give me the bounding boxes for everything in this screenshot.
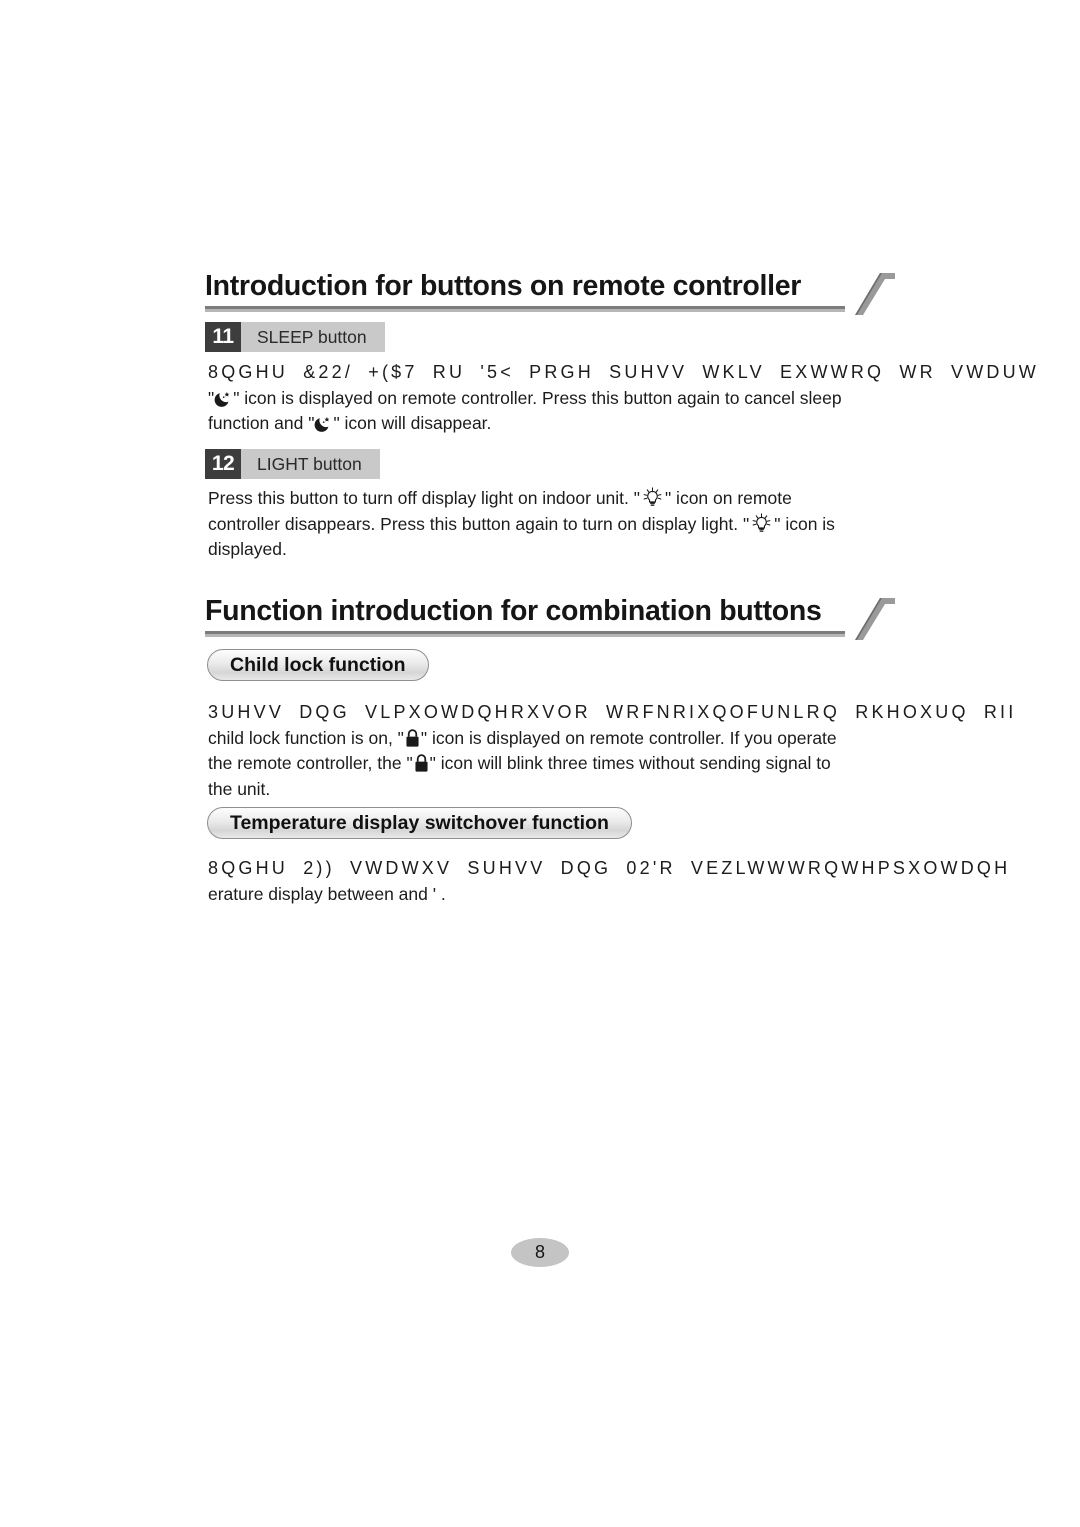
- sleep-line-1-text: " icon is displayed on remote controller…: [233, 387, 842, 408]
- light-line-4-text: " icon is: [774, 513, 835, 534]
- light-body-line-3: displayed.: [208, 539, 287, 559]
- temperature-garbled-line: 8QGHU 2)) VWDWXV SUHVV DQG 02'R VEZLWWWR…: [208, 858, 1011, 878]
- manual-page: Introduction for buttons on remote contr…: [0, 0, 1080, 1527]
- heading-rule-wrapper: [205, 597, 905, 645]
- page-number-text: 8: [534, 1242, 545, 1262]
- child-lock-line-2-text: " icon is displayed on remote controller…: [420, 727, 837, 748]
- item-11-label: SLEEP button: [241, 322, 385, 352]
- heading-swoosh-icon: [833, 596, 897, 640]
- section-heading-combination-text: Function introduction for combination bu…: [205, 595, 822, 627]
- item-11-sleep-button: 11 SLEEP button: [205, 322, 385, 352]
- light-body-line-1: Press this button to turn off display li…: [208, 486, 908, 512]
- sleep-garbled-line: 8QGHU &22/ +($7 RU '5< PRGH SUHVV WKLV E…: [208, 362, 1039, 382]
- child-lock-line-4-text: " icon will blink three times without se…: [429, 753, 831, 773]
- light-button-body: Press this button to turn off display li…: [208, 486, 908, 563]
- child-lock-line-3-text: the remote controller, the ": [208, 753, 413, 773]
- heading-underline-bar: [205, 305, 845, 312]
- light-line-1-text: Press this button to turn off display li…: [208, 488, 640, 508]
- moon-icon: [314, 414, 333, 433]
- sleep-body-line-1: " " icon is displayed on remote controll…: [208, 387, 842, 408]
- heading-underline-bar: [205, 630, 845, 637]
- item-11-number: 11: [205, 322, 241, 352]
- child-lock-line-1-text: child lock function is on, ": [208, 727, 404, 748]
- section-heading-buttons: Introduction for buttons on remote contr…: [205, 270, 905, 320]
- heading-rule-wrapper: [205, 272, 905, 320]
- pill-temperature-switchover-label: Temperature display switchover function: [230, 811, 609, 834]
- light-bulb-icon: [749, 512, 774, 534]
- temperature-switchover-body: 8QGHU 2)) VWDWXV SUHVV DQG 02'R VEZLWWWR…: [208, 856, 1080, 907]
- light-line-2-text: " icon on remote: [664, 488, 792, 508]
- moon-icon: [214, 389, 233, 408]
- child-lock-body-line-2: the remote controller, the " " icon will…: [208, 751, 1080, 777]
- section-heading-combination: Function introduction for combination bu…: [205, 595, 905, 645]
- item-12-number: 12: [205, 449, 241, 479]
- pill-child-lock-function: Child lock function: [207, 649, 429, 681]
- sleep-line-tail-text: " icon will disappear.: [333, 413, 492, 433]
- light-line-3-text: controller disappears. Press this button…: [208, 513, 750, 534]
- heading-swoosh-icon: [833, 271, 897, 315]
- padlock-icon: [413, 753, 430, 773]
- item-12-light-button: 12 LIGHT button: [205, 449, 380, 479]
- light-body-line-2: controller disappears. Press this button…: [208, 512, 908, 538]
- page-number: 8: [511, 1238, 569, 1267]
- temperature-body-line-1: erature display between and ' .: [208, 883, 446, 904]
- sleep-body-line-2: function and " " icon will disappear.: [208, 411, 1080, 437]
- child-lock-body-line-1: child lock function is on, " " icon is d…: [208, 726, 1080, 752]
- child-lock-body: 3UHVV DQG VLPXOWDQHRXVOR WRFNRIXQOFUNLRQ…: [208, 700, 1080, 802]
- child-lock-garbled-line: 3UHVV DQG VLPXOWDQHRXVOR WRFNRIXQOFUNLRQ…: [208, 702, 1017, 722]
- section-heading-buttons-text: Introduction for buttons on remote contr…: [205, 270, 802, 302]
- item-12-label: LIGHT button: [241, 449, 380, 479]
- pill-temperature-switchover-function: Temperature display switchover function: [207, 807, 632, 839]
- light-bulb-icon: [640, 487, 665, 508]
- sleep-button-body: 8QGHU &22/ +($7 RU '5< PRGH SUHVV WKLV E…: [208, 360, 1080, 437]
- sleep-line-2-text: function and ": [208, 413, 315, 433]
- padlock-icon: [404, 728, 421, 748]
- child-lock-body-line-3: the unit.: [208, 778, 271, 799]
- pill-child-lock-label: Child lock function: [230, 653, 406, 676]
